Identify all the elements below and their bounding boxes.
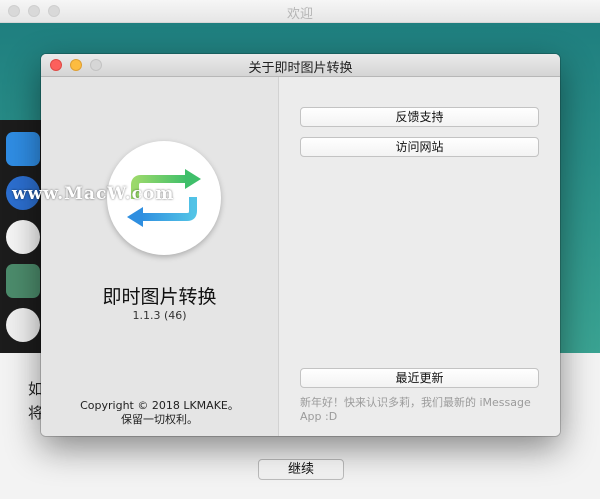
photos-icon	[6, 220, 40, 254]
welcome-titlebar: 欢迎	[0, 0, 600, 23]
visit-website-button[interactable]: 访问网站	[300, 137, 539, 157]
continue-button[interactable]: 继续	[258, 459, 344, 480]
app-version: 1.1.3 (46)	[132, 309, 187, 322]
welcome-title: 欢迎	[286, 7, 313, 22]
watermark-text: www.MacW.com	[12, 184, 175, 204]
clock-icon	[6, 308, 40, 342]
dock-preview	[0, 120, 45, 360]
about-info-panel: 即时图片转换 1.1.3 (46)	[41, 77, 278, 436]
finder-icon	[6, 132, 40, 166]
about-title: 关于即时图片转换	[248, 61, 353, 76]
about-dialog: 关于即时图片转换 即时图片转换 1.1.3 (46) Copyright © 2…	[41, 54, 560, 436]
copyright-line2: 保留一切权利。	[121, 413, 198, 426]
swap-arrows-small-icon	[6, 264, 40, 298]
copyright-text: Copyright © 2018 LKMAKE。 保留一切权利。	[41, 399, 278, 427]
copyright-line1: Copyright © 2018 LKMAKE。	[80, 399, 239, 412]
about-titlebar: 关于即时图片转换	[41, 54, 560, 77]
feedback-button[interactable]: 反馈支持	[300, 107, 539, 127]
app-name: 即时图片转换	[102, 286, 217, 308]
changelog-text: 新年好！快来认识多莉，我们最新的 iMessage App :D	[300, 396, 531, 423]
latest-update-button[interactable]: 最近更新	[300, 368, 539, 388]
